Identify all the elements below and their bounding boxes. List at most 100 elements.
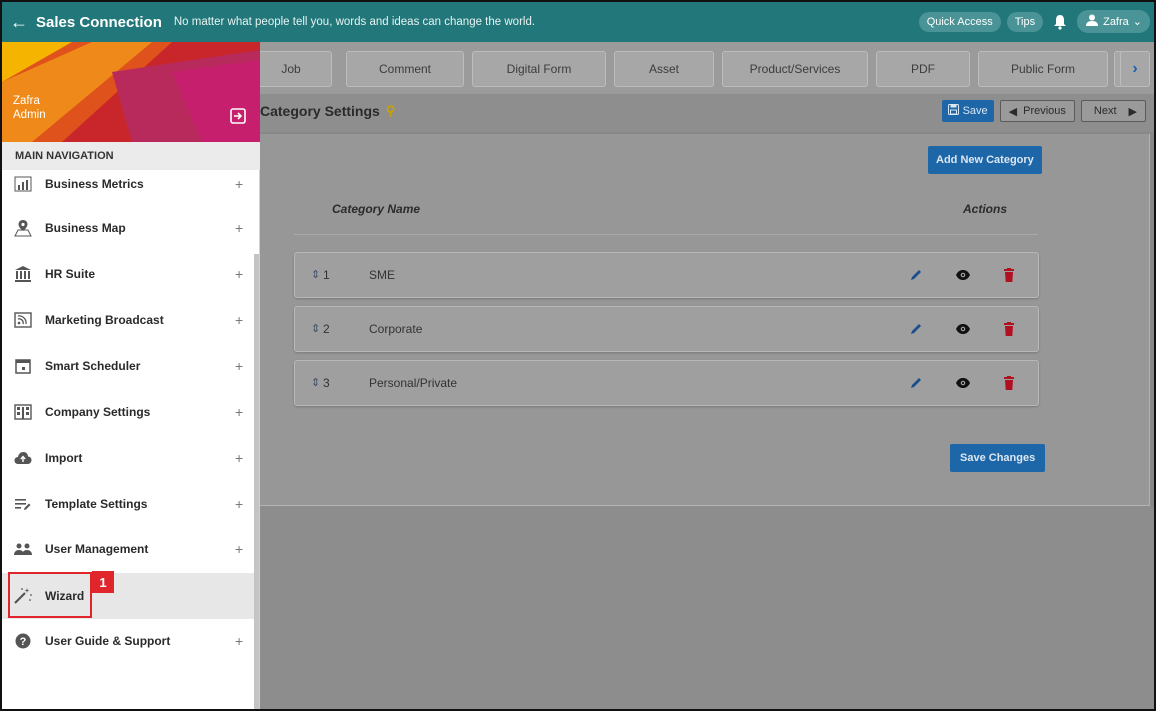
row-number: 2 bbox=[323, 322, 330, 336]
caret-left-icon: ◀ bbox=[1008, 105, 1018, 118]
view-eye-icon[interactable] bbox=[953, 373, 973, 393]
next-label: Next bbox=[1093, 105, 1117, 117]
user-menu-button[interactable]: Zafra ⌄ bbox=[1077, 10, 1150, 33]
quick-access-button[interactable]: Quick Access bbox=[918, 11, 1001, 32]
chevron-down-icon: ⌄ bbox=[1132, 16, 1142, 28]
sidebar-item-import[interactable]: Import + bbox=[2, 438, 254, 478]
expand-plus-icon[interactable]: + bbox=[235, 541, 243, 557]
sidebar-item-business-metrics[interactable]: Business Metrics + bbox=[2, 164, 254, 204]
expand-plus-icon[interactable]: + bbox=[235, 312, 243, 328]
expand-plus-icon[interactable]: + bbox=[235, 496, 243, 512]
tab-asset[interactable]: Asset bbox=[614, 51, 714, 87]
add-new-category-button[interactable]: Add New Category bbox=[928, 146, 1042, 174]
annotation-highlight bbox=[8, 572, 92, 618]
tab-public-form[interactable]: Public Form bbox=[978, 51, 1108, 87]
header-divider bbox=[294, 234, 1038, 235]
app-frame: ← Sales Connection No matter what people… bbox=[0, 0, 1156, 711]
delete-trash-icon[interactable] bbox=[999, 319, 1019, 339]
sidebar-item-label: Marketing Broadcast bbox=[45, 313, 164, 327]
expand-plus-icon[interactable]: + bbox=[235, 176, 243, 192]
delete-trash-icon[interactable] bbox=[999, 265, 1019, 285]
expand-plus-icon[interactable]: + bbox=[235, 358, 243, 374]
sidebar-item-label: Business Metrics bbox=[45, 177, 144, 191]
sidebar-item-template-settings[interactable]: Template Settings + bbox=[2, 484, 254, 524]
view-eye-icon[interactable] bbox=[953, 319, 973, 339]
tab-product-services[interactable]: Product/Services bbox=[722, 51, 868, 87]
sidebar-item-business-map[interactable]: Business Map + bbox=[2, 208, 254, 248]
tabs-next-arrow-icon[interactable]: › bbox=[1120, 51, 1150, 87]
tab-pdf[interactable]: PDF bbox=[876, 51, 970, 87]
help-icon: ? bbox=[13, 631, 33, 651]
view-eye-icon[interactable] bbox=[953, 265, 973, 285]
category-name: Corporate bbox=[369, 322, 423, 336]
brand-title[interactable]: Sales Connection bbox=[36, 14, 162, 31]
sidebar-item-smart-scheduler[interactable]: Smart Scheduler + bbox=[2, 346, 254, 386]
category-row[interactable]: ⇕ 1 SME bbox=[294, 252, 1039, 298]
category-panel: Add New Category Category Name Actions ⇕… bbox=[260, 134, 1150, 506]
page-title-text: Category Settings bbox=[260, 103, 380, 119]
lightbulb-icon[interactable]: ⚲ bbox=[386, 103, 396, 119]
sidebar-user: Zafra Admin bbox=[13, 94, 46, 122]
sidebar-item-marketing-broadcast[interactable]: Marketing Broadcast + bbox=[2, 300, 254, 340]
save-button[interactable]: Save bbox=[941, 100, 994, 122]
column-header-name: Category Name bbox=[332, 202, 421, 216]
sidebar-item-user-guide-support[interactable]: ? User Guide & Support + bbox=[2, 621, 254, 661]
broadcast-icon bbox=[13, 310, 33, 330]
category-row[interactable]: ⇕ 3 Personal/Private bbox=[294, 360, 1039, 406]
expand-plus-icon[interactable]: + bbox=[235, 266, 243, 282]
drag-handle-icon[interactable]: ⇕ bbox=[311, 322, 320, 335]
delete-trash-icon[interactable] bbox=[999, 373, 1019, 393]
header-buttons: Save ◀ Previous Next ▶ bbox=[941, 100, 1146, 122]
template-icon bbox=[13, 494, 33, 514]
map-pin-icon bbox=[13, 218, 33, 238]
sidebar-item-user-management[interactable]: User Management + bbox=[2, 529, 254, 569]
edit-pencil-icon[interactable] bbox=[906, 373, 926, 393]
bell-icon[interactable] bbox=[1049, 11, 1071, 33]
annotation-step-badge: 1 bbox=[92, 571, 114, 593]
drag-handle-icon[interactable]: ⇕ bbox=[311, 268, 320, 281]
drag-handle-icon[interactable]: ⇕ bbox=[311, 376, 320, 389]
next-button[interactable]: Next ▶ bbox=[1080, 100, 1146, 122]
sidebar-user-name: Zafra bbox=[13, 95, 40, 107]
expand-plus-icon[interactable]: + bbox=[235, 450, 243, 466]
sidebar-item-label: Business Map bbox=[45, 221, 126, 235]
sidebar-banner: Zafra Admin bbox=[2, 42, 260, 142]
sidebar-item-label: User Guide & Support bbox=[45, 634, 171, 648]
expand-plus-icon[interactable]: + bbox=[235, 220, 243, 236]
top-bar: ← Sales Connection No matter what people… bbox=[2, 2, 1154, 42]
top-bar-actions: Quick Access Tips Zafra ⌄ bbox=[918, 10, 1150, 33]
tab-job[interactable]: Job bbox=[250, 51, 332, 87]
tab-comment[interactable]: Comment bbox=[346, 51, 464, 87]
user-name: Zafra bbox=[1103, 15, 1129, 28]
tab-digital-form[interactable]: Digital Form bbox=[472, 51, 606, 87]
sidebar-item-hr-suite[interactable]: HR Suite + bbox=[2, 254, 254, 294]
sidebar-scrollbar[interactable] bbox=[254, 254, 259, 709]
overlay-backdrop[interactable] bbox=[260, 506, 1154, 709]
row-number: 1 bbox=[323, 268, 330, 282]
user-icon bbox=[1085, 14, 1099, 29]
calendar-icon bbox=[13, 356, 33, 376]
tips-button[interactable]: Tips bbox=[1006, 11, 1044, 32]
back-arrow-icon[interactable]: ← bbox=[2, 12, 36, 33]
logout-icon[interactable] bbox=[230, 108, 250, 128]
row-number: 3 bbox=[323, 376, 330, 390]
save-changes-button[interactable]: Save Changes bbox=[950, 444, 1046, 472]
cloud-upload-icon bbox=[13, 448, 33, 468]
floppy-icon bbox=[947, 104, 959, 118]
previous-button[interactable]: ◀ Previous bbox=[999, 100, 1075, 122]
edit-pencil-icon[interactable] bbox=[906, 319, 926, 339]
category-row[interactable]: ⇕ 2 Corporate bbox=[294, 306, 1039, 352]
users-icon bbox=[13, 539, 33, 559]
sidebar-item-company-settings[interactable]: Company Settings + bbox=[2, 392, 254, 432]
category-name: SME bbox=[369, 268, 396, 282]
banner-graphic bbox=[2, 42, 260, 142]
tagline: No matter what people tell you, words an… bbox=[173, 16, 536, 28]
edit-pencil-icon[interactable] bbox=[906, 265, 926, 285]
caret-right-icon: ▶ bbox=[1128, 105, 1137, 118]
previous-label: Previous bbox=[1023, 105, 1066, 117]
expand-plus-icon[interactable]: + bbox=[235, 404, 243, 420]
sidebar-item-label: Company Settings bbox=[45, 405, 151, 419]
expand-plus-icon[interactable]: + bbox=[235, 633, 243, 649]
page-title: Category Settings ⚲ bbox=[260, 103, 395, 119]
sidebar-item-label: Template Settings bbox=[45, 497, 148, 511]
